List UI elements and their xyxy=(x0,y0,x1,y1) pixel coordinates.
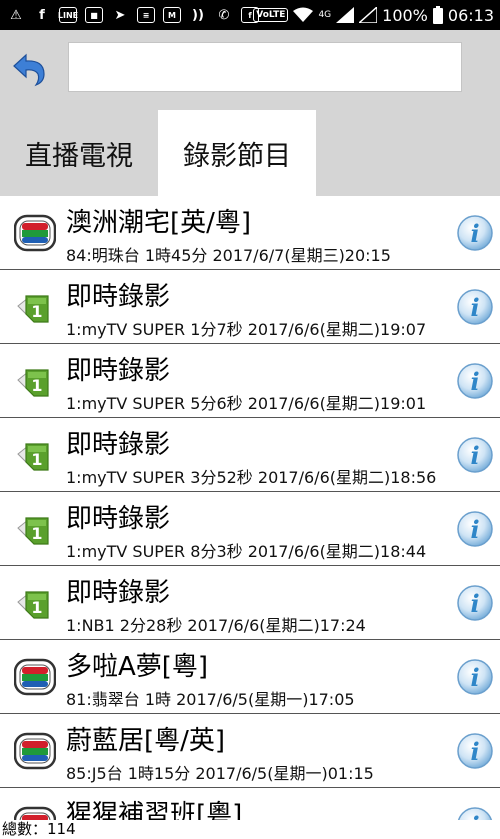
recording-row[interactable]: 1 即時錄影 1:myTV SUPER 3分52秒 2017/6/6(星期二)18:… xyxy=(0,418,500,492)
instant-record-icon: 1 xyxy=(17,591,49,619)
facebook-icon: f xyxy=(39,7,45,23)
recording-detail: 81:翡翠台 1時 2017/6/5(星期一)17:05 xyxy=(66,690,355,709)
system-indicators: VoLTE 4G 100% 06:13 xyxy=(253,0,494,30)
search-input[interactable] xyxy=(68,42,462,92)
volte-badge: VoLTE xyxy=(253,8,289,22)
svg-text:1: 1 xyxy=(31,524,42,543)
tvb-logo-icon xyxy=(14,214,56,252)
recording-detail: 1:myTV SUPER 5分6秒 2017/6/6(星期二)19:01 xyxy=(66,394,427,413)
gmail-icon: M xyxy=(162,5,182,25)
tvb-logo-icon xyxy=(14,806,56,820)
recording-row[interactable]: 1 即時錄影 1:myTV SUPER 8分3秒 2017/6/6(星期二)18:4… xyxy=(0,492,500,566)
instant-record-icon: 1 xyxy=(17,369,49,397)
recording-detail: 1:myTV SUPER 1分7秒 2017/6/6(星期二)19:07 xyxy=(66,320,427,339)
recording-row[interactable]: 蔚藍居[粵/英] 85:J5台 1時15分 2017/6/5(星期一)01:15 i xyxy=(0,714,500,788)
svg-text:1: 1 xyxy=(31,302,42,321)
recording-title: 即時錄影 xyxy=(66,578,171,608)
svg-text:i: i xyxy=(470,589,479,618)
info-icon[interactable]: i xyxy=(456,732,494,770)
info-icon[interactable]: i xyxy=(456,214,494,252)
recording-row[interactable]: 澳洲潮宅[英/粵] 84:明珠台 1時45分 2017/6/7(星期三)20:15… xyxy=(0,196,500,270)
svg-text:i: i xyxy=(470,293,479,322)
info-icon[interactable]: i xyxy=(456,288,494,326)
recording-detail: 1:myTV SUPER 8分3秒 2017/6/6(星期二)18:44 xyxy=(66,542,427,561)
app-icon: ■ xyxy=(84,5,104,25)
status-bar: ⚠ f LINE ■ ➤ ≡ M )) ✆ f VoLTE 4G 100% 06… xyxy=(0,0,500,30)
phone-app-icon: ✆ xyxy=(218,7,230,23)
svg-text:i: i xyxy=(470,737,479,766)
svg-text:i: i xyxy=(470,515,479,544)
recording-title: 即時錄影 xyxy=(66,356,171,386)
info-icon[interactable]: i xyxy=(456,806,494,820)
svg-text:1: 1 xyxy=(31,598,42,617)
back-arrow-icon[interactable] xyxy=(10,52,50,88)
tab-recordings[interactable]: 錄影節目 xyxy=(158,110,316,196)
instant-record-icon: 1 xyxy=(17,517,49,545)
recording-row[interactable]: 多啦A夢[粵] 81:翡翠台 1時 2017/6/5(星期一)17:05 i xyxy=(0,640,500,714)
recording-title: 澳洲潮宅[英/粵] xyxy=(66,208,252,238)
signal-icon xyxy=(336,7,355,23)
svg-text:i: i xyxy=(470,219,479,248)
svg-text:1: 1 xyxy=(31,450,42,469)
tvb-logo-icon xyxy=(14,658,56,696)
recording-row[interactable]: 1 即時錄影 1:myTV SUPER 5分6秒 2017/6/6(星期二)19:0… xyxy=(0,344,500,418)
toolbar xyxy=(0,30,500,110)
recording-row[interactable]: 1 即時錄影 1:myTV SUPER 1分7秒 2017/6/6(星期二)19:0… xyxy=(0,270,500,344)
recording-detail: 85:J5台 1時15分 2017/6/5(星期一)01:15 xyxy=(66,764,374,783)
recording-title: 即時錄影 xyxy=(66,282,171,312)
line-icon: LINE xyxy=(58,5,78,25)
recording-title: 即時錄影 xyxy=(66,430,171,460)
svg-text:i: i xyxy=(470,811,479,820)
telegram-icon: ➤ xyxy=(114,7,126,23)
recording-title: 多啦A夢[粵] xyxy=(66,652,209,682)
tab-bar: 直播電視 錄影節目 xyxy=(0,110,500,196)
info-icon[interactable]: i xyxy=(456,584,494,622)
wifi-icon xyxy=(293,7,314,22)
recordings-list: 澳洲潮宅[英/粵] 84:明珠台 1時45分 2017/6/7(星期三)20:15… xyxy=(0,196,500,820)
tab-live-tv[interactable]: 直播電視 xyxy=(0,110,158,196)
recording-detail: 84:明珠台 1時45分 2017/6/7(星期三)20:15 xyxy=(66,246,391,265)
svg-text:i: i xyxy=(470,367,479,396)
recording-row[interactable]: 1 即時錄影 1:NB1 2分28秒 2017/6/6(星期二)17:24 i xyxy=(0,566,500,640)
svg-text:i: i xyxy=(470,663,479,692)
info-icon[interactable]: i xyxy=(456,510,494,548)
info-icon[interactable]: i xyxy=(456,658,494,696)
recording-detail: 1:NB1 2分28秒 2017/6/6(星期二)17:24 xyxy=(66,616,366,635)
recording-title: 蔚藍居[粵/英] xyxy=(66,726,226,756)
warning-icon: ⚠ xyxy=(10,7,22,23)
instant-record-icon: 1 xyxy=(17,295,49,323)
battery-icon xyxy=(432,6,443,24)
network-type: 4G xyxy=(318,10,332,20)
nfc-icon: )) xyxy=(192,7,204,23)
notification-icons: ⚠ f LINE ■ ➤ ≡ M )) ✆ f xyxy=(0,5,260,25)
recording-detail: 1:myTV SUPER 3分52秒 2017/6/6(星期二)18:56 xyxy=(66,468,437,487)
signal-icon-2 xyxy=(359,7,378,23)
recording-row[interactable]: 猩猩補習班[粵] i xyxy=(0,788,500,820)
message-icon: ≡ xyxy=(136,5,156,25)
info-icon[interactable]: i xyxy=(456,362,494,400)
clock: 06:13 xyxy=(447,5,494,25)
total-count: 總數：114 xyxy=(0,820,500,839)
tvb-logo-icon xyxy=(14,732,56,770)
battery-percent: 100% xyxy=(382,5,428,25)
instant-record-icon: 1 xyxy=(17,443,49,471)
svg-text:i: i xyxy=(470,441,479,470)
svg-text:1: 1 xyxy=(31,376,42,395)
recording-title: 即時錄影 xyxy=(66,504,171,534)
info-icon[interactable]: i xyxy=(456,436,494,474)
recording-title: 猩猩補習班[粵] xyxy=(66,800,243,820)
